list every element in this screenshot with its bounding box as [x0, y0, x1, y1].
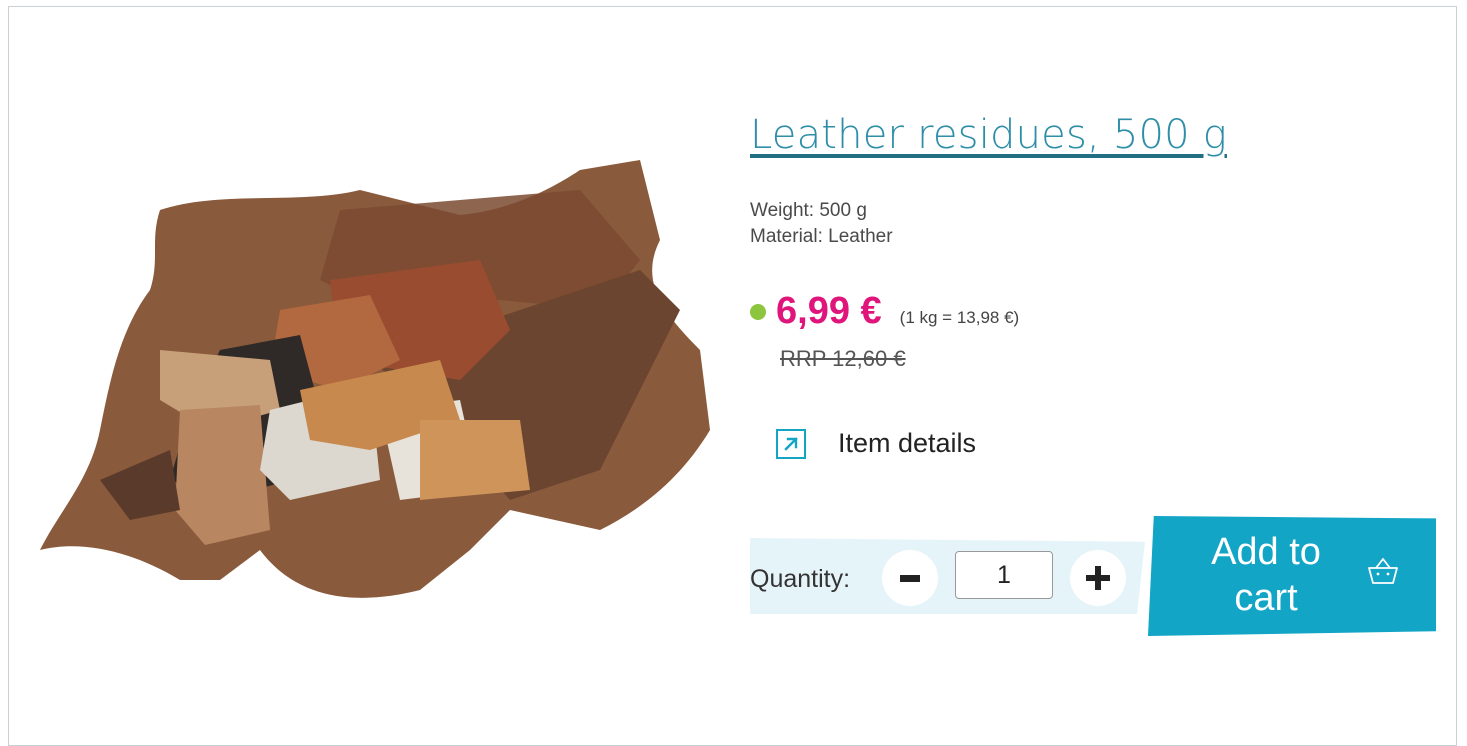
minus-icon — [900, 575, 920, 582]
add-to-cart-button[interactable]: Add to cart — [1148, 516, 1436, 636]
attribute-weight: Weight: 500 g — [750, 200, 867, 221]
attribute-material: Material: Leather — [750, 226, 893, 247]
price-row: 6,99 € (1 kg = 13,98 €) — [750, 290, 1019, 333]
basket-icon — [1368, 558, 1398, 584]
quantity-label: Quantity: — [750, 565, 851, 593]
increase-quantity-button[interactable] — [1070, 550, 1126, 606]
availability-dot-icon — [750, 304, 766, 320]
product-title-link[interactable]: Leather residues, 500 g — [750, 112, 1227, 158]
price: 6,99 € — [776, 290, 882, 332]
product-image[interactable] — [40, 150, 720, 610]
item-details-link[interactable]: Item details — [776, 428, 976, 459]
rrp-price: RRP 12,60 € — [780, 346, 906, 371]
product-attributes: Weight: 500 g Material: Leather — [750, 198, 893, 250]
add-to-cart-label: Add to cart — [1211, 531, 1321, 619]
leather-pieces-illustration — [40, 160, 710, 598]
unit-price: (1 kg = 13,98 €) — [899, 308, 1020, 327]
plus-icon — [1086, 566, 1110, 590]
decrease-quantity-button[interactable] — [882, 550, 938, 606]
quantity-input[interactable] — [955, 551, 1053, 599]
item-details-label: Item details — [838, 428, 977, 458]
external-arrow-icon — [776, 428, 806, 459]
product-info: Leather residues, 500 g Weight: 500 g Ma… — [750, 0, 1450, 733]
